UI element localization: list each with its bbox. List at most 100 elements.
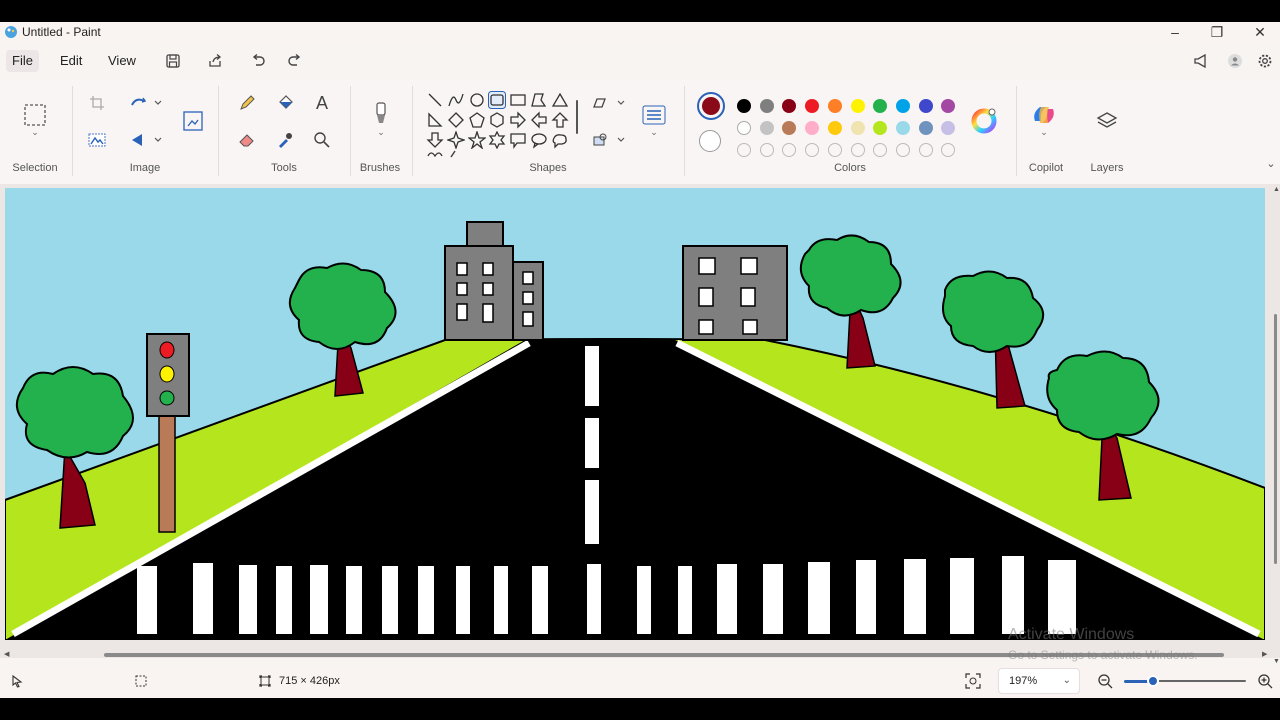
color-picker-icon[interactable] — [272, 127, 298, 153]
close-button[interactable]: ✕ — [1240, 22, 1280, 42]
diamond-shape-icon[interactable] — [447, 111, 465, 129]
color-swatch-000000[interactable] — [737, 99, 751, 113]
line-shape-icon[interactable] — [426, 91, 444, 109]
text-tool-icon[interactable]: A — [309, 90, 335, 116]
primary-color-swatch[interactable] — [697, 92, 725, 120]
maximize-button[interactable]: ❐ — [1197, 22, 1237, 42]
fill-bucket-icon[interactable] — [272, 90, 298, 116]
color-swatch-efe4b0[interactable] — [850, 121, 865, 135]
crop-icon[interactable] — [84, 90, 110, 116]
color-swatch-ffffff[interactable] — [737, 121, 751, 135]
scroll-up-arrow-icon[interactable]: ▲ — [1273, 186, 1280, 193]
menu-file[interactable]: File — [6, 50, 39, 72]
color-swatch-ed1c24[interactable] — [805, 99, 820, 113]
custom-color-slot[interactable] — [805, 143, 820, 157]
account-icon[interactable] — [1224, 50, 1246, 72]
lightning-shape-icon[interactable] — [447, 150, 465, 158]
shapes-gallery-scrollbar[interactable] — [575, 100, 579, 134]
ribbon-collapse-chevron-icon[interactable]: ⌄ — [1258, 156, 1280, 170]
scroll-down-arrow-icon[interactable]: ▼ — [1273, 658, 1280, 665]
custom-color-slot[interactable] — [759, 143, 774, 157]
image-resize-icon[interactable] — [180, 108, 206, 134]
six-point-star-shape-icon[interactable] — [488, 131, 506, 149]
edit-colors-icon[interactable] — [971, 108, 997, 134]
cloud-callout-shape-icon[interactable] — [551, 131, 569, 149]
secondary-color-swatch[interactable] — [699, 130, 721, 152]
settings-icon[interactable] — [1254, 50, 1276, 72]
color-swatch-fff200[interactable] — [850, 99, 865, 113]
five-point-star-shape-icon[interactable] — [468, 131, 486, 149]
feedback-icon[interactable] — [1191, 50, 1213, 72]
oval-shape-icon[interactable] — [468, 91, 486, 109]
triangle-shape-icon[interactable] — [551, 91, 569, 109]
selection-size-icon — [128, 668, 154, 694]
down-arrow-shape-icon[interactable] — [426, 131, 444, 149]
menu-view[interactable]: View — [102, 50, 142, 72]
right-arrow-shape-icon[interactable] — [509, 111, 527, 129]
brushes-dropdown-chevron-icon[interactable]: ⌄ — [368, 126, 394, 138]
undo-icon[interactable] — [247, 50, 269, 72]
brush-icon[interactable] — [368, 100, 394, 126]
copilot-icon[interactable] — [1031, 102, 1057, 128]
color-swatch-99d9ea[interactable] — [895, 121, 910, 135]
line-thickness-icon[interactable] — [641, 102, 667, 128]
fill-style-icon[interactable] — [589, 127, 629, 153]
custom-color-slot[interactable] — [918, 143, 933, 157]
zoom-dropdown-chevron-icon[interactable]: ⌄ — [1063, 669, 1071, 693]
layers-icon[interactable] — [1094, 108, 1120, 134]
up-arrow-shape-icon[interactable] — [551, 111, 569, 129]
share-icon[interactable] — [204, 50, 226, 72]
color-swatch-ff7f27[interactable] — [827, 99, 842, 113]
scroll-right-arrow-icon[interactable]: ▶ — [1262, 650, 1267, 658]
color-swatch-7092be[interactable] — [918, 121, 933, 135]
left-arrow-shape-icon[interactable] — [530, 111, 548, 129]
rounded-rectangle-shape-icon[interactable] — [488, 91, 506, 109]
zoom-slider-thumb[interactable] — [1147, 675, 1159, 687]
color-swatch-c3c3c3[interactable] — [759, 121, 774, 135]
menu-edit[interactable]: Edit — [54, 50, 88, 72]
vertical-scrollbar[interactable]: ▲ ▼ — [1271, 184, 1280, 665]
outline-style-icon[interactable] — [589, 90, 629, 116]
rectangle-shape-icon[interactable] — [509, 91, 527, 109]
zoom-in-icon[interactable] — [1252, 668, 1278, 694]
ribbon-divider — [684, 86, 685, 176]
pencil-icon[interactable] — [234, 90, 260, 116]
color-swatch-ffc90e[interactable] — [827, 121, 842, 135]
color-swatch-ffaec9[interactable] — [805, 121, 820, 135]
color-swatch-3f48cc[interactable] — [918, 99, 933, 113]
drawing-canvas[interactable] — [5, 188, 1265, 640]
four-point-star-shape-icon[interactable] — [447, 131, 465, 149]
hexagon-shape-icon[interactable] — [488, 111, 506, 129]
custom-color-slot[interactable] — [737, 143, 751, 157]
vertical-scroll-thumb[interactable] — [1274, 314, 1277, 564]
copilot-dropdown-chevron-icon[interactable]: ⌄ — [1031, 126, 1057, 138]
eraser-icon[interactable] — [234, 127, 260, 153]
selection-dropdown-chevron-icon[interactable]: ⌄ — [22, 126, 48, 138]
scroll-left-arrow-icon[interactable]: ◀ — [4, 650, 9, 658]
redo-icon[interactable] — [284, 50, 306, 72]
fit-to-window-icon[interactable] — [960, 668, 986, 694]
custom-color-slot[interactable] — [895, 143, 910, 157]
custom-color-slot[interactable] — [827, 143, 842, 157]
color-swatch-7f7f7f[interactable] — [759, 99, 774, 113]
color-swatch-00a2e8[interactable] — [895, 99, 910, 113]
right-triangle-shape-icon[interactable] — [426, 111, 444, 129]
zoom-slider[interactable] — [1124, 675, 1246, 687]
flip-icon[interactable] — [126, 127, 166, 153]
magnifier-icon[interactable] — [309, 127, 335, 153]
oval-callout-shape-icon[interactable] — [530, 131, 548, 149]
heart-shape-icon[interactable] — [426, 150, 444, 158]
custom-color-slot[interactable] — [850, 143, 865, 157]
curve-shape-icon[interactable] — [447, 91, 465, 109]
rotate-icon[interactable] — [126, 90, 166, 116]
save-icon[interactable] — [162, 50, 184, 72]
zoom-level-select[interactable]: 197% ⌄ — [998, 668, 1080, 694]
pentagon-shape-icon[interactable] — [468, 111, 486, 129]
polygon-shape-icon[interactable] — [530, 91, 548, 109]
minimize-button[interactable]: – — [1155, 22, 1195, 42]
select-rectangle-icon[interactable] — [22, 102, 48, 128]
rectangle-callout-shape-icon[interactable] — [509, 131, 527, 149]
zoom-out-icon[interactable] — [1092, 668, 1118, 694]
remove-background-icon[interactable] — [84, 127, 110, 153]
thickness-dropdown-chevron-icon[interactable]: ⌄ — [641, 126, 667, 138]
